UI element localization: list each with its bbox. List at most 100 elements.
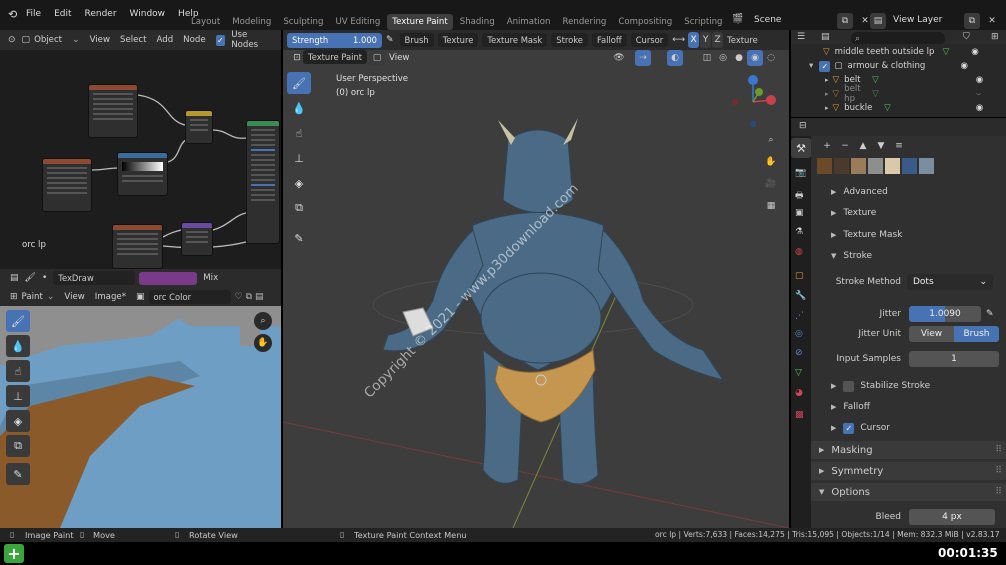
wireframe-shading-icon[interactable]: ◎ [715, 50, 731, 66]
tab-modeling[interactable]: Modeling [227, 14, 276, 30]
eye-icon[interactable]: ◉ [960, 61, 968, 71]
scene-icon[interactable]: 🎬 [732, 14, 743, 24]
editor-type-icon[interactable]: ⊞ [10, 292, 18, 302]
overlay-toggle-icon[interactable]: ◐ [667, 50, 683, 66]
tab-shading[interactable]: Shading [455, 14, 500, 30]
mode-dropdown[interactable]: Texture Paint [303, 50, 368, 64]
menu-view[interactable]: View [90, 35, 110, 45]
draw-tool-icon[interactable]: 🖌 [287, 72, 311, 94]
remove-view-layer-icon[interactable]: ✕ [984, 13, 1000, 29]
open-image-icon[interactable]: ▤ [255, 292, 264, 302]
pressure-icon[interactable]: ✎ [986, 309, 994, 319]
gizmo-toggle-icon[interactable]: ⇢ [635, 50, 651, 66]
menu-image[interactable]: Image* [95, 292, 126, 302]
texture-mask-section[interactable]: ▶ Texture Mask [811, 226, 1006, 244]
view-layer-icon[interactable]: ▤ [870, 13, 886, 29]
strength-slider[interactable]: Strength 1.000 [287, 32, 382, 48]
add-color-icon[interactable]: + [819, 138, 835, 154]
color-swatch[interactable] [139, 271, 198, 285]
node-texture-small[interactable] [112, 224, 163, 269]
menu-add[interactable]: Add [157, 35, 174, 45]
tab-sculpting[interactable]: Sculpting [278, 14, 328, 30]
image-browse-icon[interactable]: ▣ [136, 292, 145, 302]
texture-mask-dropdown[interactable]: Texture Mask [482, 33, 548, 47]
tab-rendering[interactable]: Rendering [558, 14, 612, 30]
drag-handle-icon[interactable]: ⠿ [995, 445, 1002, 455]
cursor-dropdown[interactable]: Cursor [630, 33, 669, 47]
new-collection-icon[interactable]: ⊞ [991, 32, 999, 42]
eye-icon[interactable]: ◉ [976, 103, 984, 113]
fake-user-icon[interactable]: ♡ [235, 292, 243, 302]
smear-tool-icon[interactable]: ☝ [6, 360, 30, 382]
falloff-section[interactable]: ▶ Falloff [811, 398, 1006, 416]
view-layer-tab-icon[interactable]: ▣ [795, 208, 804, 218]
clone-tool-icon[interactable]: ⊥ [287, 147, 311, 169]
object-dropdown[interactable]: Object [34, 35, 62, 45]
jitter-slider[interactable]: 1.0090 [909, 306, 981, 322]
tab-layout[interactable]: Layout [186, 14, 225, 30]
palette-swatch[interactable] [885, 158, 900, 174]
tab-texture-paint[interactable]: Texture Paint [387, 14, 453, 30]
collection-checkbox[interactable]: ✓ [819, 60, 831, 72]
sort-icon[interactable]: ≡ [891, 138, 907, 154]
expand-arrow-icon[interactable]: ▸ [825, 76, 829, 84]
node-color-ramp[interactable] [117, 152, 168, 196]
texture-truncated-label[interactable]: Texture [727, 35, 758, 45]
editor-type-icon[interactable]: ⊟ [799, 121, 807, 131]
tab-compositing[interactable]: Compositing [613, 14, 677, 30]
blender-logo-icon[interactable]: ⟲ [8, 8, 17, 21]
menu-edit[interactable]: Edit [54, 9, 71, 19]
pan-hand-icon[interactable]: ✋ [254, 334, 272, 352]
texture-dropdown[interactable]: Texture [437, 33, 479, 47]
object-tab-icon[interactable]: ▢ [795, 271, 804, 281]
eye-closed-icon[interactable]: ⌣ [976, 89, 982, 99]
move-up-icon[interactable]: ▲ [855, 138, 871, 154]
mask-tool-icon[interactable]: ⧉ [287, 197, 311, 219]
filter-icon[interactable]: ⛉ [963, 32, 970, 42]
bleed-field[interactable]: 4 px [909, 509, 995, 525]
soften-tool-icon[interactable]: 💧 [6, 335, 30, 357]
zoom-icon[interactable]: ⌕ [254, 312, 272, 330]
input-samples-field[interactable]: 1 [909, 351, 999, 367]
brush-dropdown[interactable]: Brush [399, 33, 434, 47]
new-view-layer-icon[interactable]: ⧉ [964, 13, 980, 29]
palette-swatch[interactable] [851, 158, 866, 174]
stroke-method-dropdown[interactable]: Dots ⌄ [907, 274, 993, 290]
menu-select[interactable]: Select [120, 35, 147, 45]
node-image-texture[interactable] [42, 158, 92, 212]
outliner-row[interactable]: ▾ ✓ ▢ armour & clothing ◉ [791, 59, 1006, 73]
editor-type-icon[interactable]: ⊙ [8, 35, 16, 45]
jitter-unit-view-button[interactable]: View [909, 326, 954, 342]
material-tab-icon[interactable]: ◕ [795, 388, 803, 398]
xray-icon[interactable]: ◫ [699, 50, 715, 66]
output-tab-icon[interactable]: 🖶 [795, 188, 804, 204]
advanced-section[interactable]: ▶ Advanced [811, 183, 1006, 201]
zoom-icon[interactable]: ⌕ [763, 132, 779, 148]
texture-section[interactable]: ▶ Texture [811, 204, 1006, 222]
node-tree-icon[interactable]: ▤ [10, 273, 19, 283]
tab-scripting[interactable]: Scripting [679, 14, 727, 30]
palette-swatch[interactable] [834, 158, 849, 174]
cursor-checkbox[interactable]: ✓ [843, 422, 855, 434]
world-tab-icon[interactable]: ◍ [795, 247, 803, 257]
pan-hand-icon[interactable]: ✋ [763, 154, 779, 170]
viewport-area[interactable]: 🖌 💧 ☝ ⊥ ◈ ⧉ ✎ User Perspective (0) orc l… [283, 50, 789, 528]
mirror-z-toggle[interactable]: Z [712, 32, 724, 48]
tab-uv-editing[interactable]: UV Editing [330, 14, 385, 30]
modifier-tab-icon[interactable]: 🔧 [795, 291, 806, 301]
physics-tab-icon[interactable]: ◎ [795, 329, 803, 339]
display-mode-icon[interactable]: ▤ [821, 32, 830, 42]
menu-window[interactable]: Window [130, 9, 166, 19]
stroke-section[interactable]: ▼ Stroke [811, 247, 1006, 265]
constraints-tab-icon[interactable]: ⊘ [795, 348, 803, 358]
material-shading-icon[interactable]: ◉ [747, 50, 763, 66]
particles-tab-icon[interactable]: ⋰ [795, 311, 804, 321]
node-principled-bsdf[interactable] [246, 120, 280, 244]
mirror-x-toggle[interactable]: X [688, 32, 700, 48]
menu-view[interactable]: View [389, 53, 409, 63]
visibility-icon[interactable]: 👁 [611, 50, 627, 66]
pin-icon[interactable]: • [42, 273, 47, 283]
data-tab-icon[interactable]: ▽ [795, 368, 802, 378]
outliner-row[interactable]: ▽ middle teeth outside lp ▽ ◉ [791, 45, 1006, 59]
scene-name[interactable]: Scene [754, 15, 781, 25]
